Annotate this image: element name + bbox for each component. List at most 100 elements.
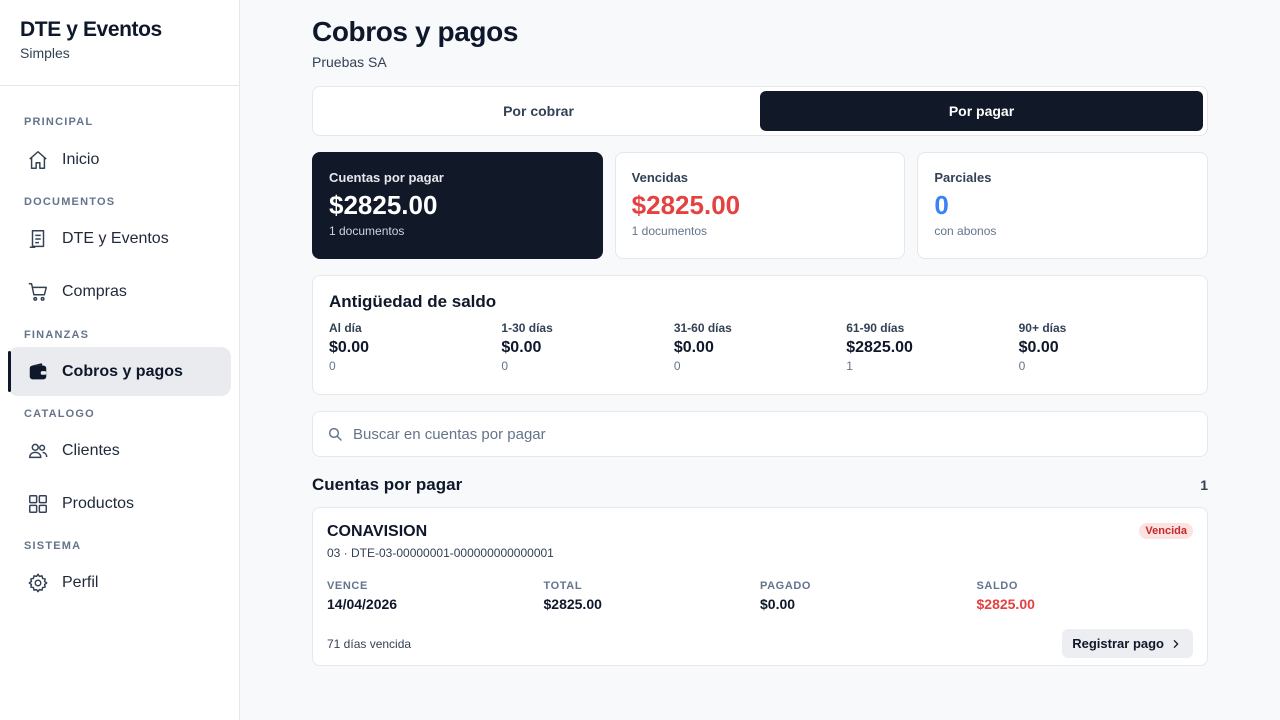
aging-bucket: 61-90 días $2825.00 1 bbox=[846, 321, 1018, 373]
aging-title: Antigüedad de saldo bbox=[329, 292, 497, 311]
brand: DTE y Eventos Simples bbox=[0, 0, 239, 86]
users-icon bbox=[27, 440, 49, 462]
sidebar-item-clientes[interactable]: Clientes bbox=[8, 426, 231, 475]
sidebar-item-dte-eventos[interactable]: DTE y Eventos bbox=[8, 214, 231, 263]
card-sub: 1 documentos bbox=[631, 224, 708, 238]
cart-icon bbox=[27, 281, 49, 303]
aging-bucket: 1-30 días $0.00 0 bbox=[501, 321, 673, 373]
home-icon bbox=[27, 149, 49, 171]
field-saldo: SALDO $2825.00 bbox=[977, 580, 1194, 612]
sidebar-item-productos[interactable]: Productos bbox=[8, 479, 231, 528]
field-label: SALDO bbox=[976, 580, 1018, 592]
section-label-sistema: SISTEMA bbox=[24, 540, 82, 552]
summary-cards: Cuentas por pagar $2825.00 1 documentos … bbox=[312, 152, 1209, 259]
card-value: 0 bbox=[934, 190, 949, 220]
sidebar-item-inicio[interactable]: Inicio bbox=[8, 135, 231, 184]
field-label: VENCE bbox=[327, 580, 368, 592]
sidebar-item-label: Clientes bbox=[62, 441, 120, 459]
status-badge: Vencida bbox=[1139, 523, 1193, 539]
wallet-icon bbox=[27, 361, 49, 383]
search-input[interactable] bbox=[353, 425, 1173, 443]
tab-bar: Por cobrar Por pagar bbox=[312, 86, 1208, 136]
aging-count: 0 bbox=[1018, 359, 1026, 373]
sidebar-nav: PRINCIPAL Inicio DOCUMENTOS DTE y Evento… bbox=[0, 86, 239, 607]
aging-count: 0 bbox=[501, 359, 509, 373]
aging-value: $2825.00 bbox=[846, 339, 913, 356]
app-title: DTE y Eventos bbox=[20, 18, 162, 41]
item-document: 03 · DTE-03-00000001-000000000000001 bbox=[327, 546, 554, 560]
sidebar-item-label: Productos bbox=[62, 494, 135, 512]
field-value: $2825.00 bbox=[976, 596, 1035, 612]
button-label: Registrar pago bbox=[1072, 636, 1164, 651]
gear-icon bbox=[27, 572, 49, 594]
aging-label: 90+ días bbox=[1018, 321, 1067, 335]
aging-label: 61-90 días bbox=[846, 321, 905, 335]
field-label: PAGADO bbox=[760, 580, 812, 592]
aging-bucket: 31-60 días $0.00 0 bbox=[674, 321, 846, 373]
aging-label: 1-30 días bbox=[501, 321, 553, 335]
register-payment-button[interactable]: Registrar pago bbox=[1062, 629, 1193, 658]
list-item[interactable]: CONAVISION 03 · DTE-03-00000001-00000000… bbox=[312, 507, 1208, 666]
page-subtitle: Pruebas SA bbox=[312, 54, 387, 70]
grid-icon bbox=[27, 493, 49, 515]
card-label: Parciales bbox=[934, 170, 992, 185]
sidebar-item-perfil[interactable]: Perfil bbox=[8, 558, 231, 607]
field-value: $0.00 bbox=[760, 596, 796, 612]
sidebar-item-cobros-pagos[interactable]: Cobros y pagos bbox=[8, 347, 231, 396]
item-fields: VENCE 14/04/2026 TOTAL $2825.00 PAGADO $… bbox=[327, 580, 1193, 612]
list-header: Cuentas por pagar 1 bbox=[312, 475, 1208, 495]
field-pagado: PAGADO $0.00 bbox=[760, 580, 977, 612]
field-value: $2825.00 bbox=[543, 596, 602, 612]
app-subtitle: Simples bbox=[20, 45, 70, 61]
sidebar-item-compras[interactable]: Compras bbox=[8, 267, 231, 316]
card-label: Vencidas bbox=[631, 170, 689, 185]
tab-por-cobrar[interactable]: Por cobrar bbox=[317, 91, 760, 131]
sidebar-item-label: Cobros y pagos bbox=[62, 362, 183, 380]
search-icon bbox=[327, 426, 343, 442]
card-label: Cuentas por pagar bbox=[329, 170, 444, 185]
list-count: 1 bbox=[1200, 477, 1208, 493]
aging-value: $0.00 bbox=[1018, 339, 1059, 356]
aging-buckets: Al día $0.00 0 1-30 días $0.00 0 31-60 d… bbox=[329, 321, 1191, 373]
item-name: CONAVISION bbox=[327, 523, 428, 540]
overdue-text: 71 días vencida bbox=[327, 636, 412, 651]
card-value: $2825.00 bbox=[329, 190, 438, 220]
aging-label: 31-60 días bbox=[673, 321, 732, 335]
list-title: Cuentas por pagar bbox=[312, 475, 463, 494]
card-sub: 1 documentos bbox=[329, 224, 405, 238]
summary-card-parciales: Parciales 0 con abonos bbox=[917, 152, 1209, 259]
section-label-documentos: DOCUMENTOS bbox=[24, 196, 116, 208]
card-sub: con abonos bbox=[934, 224, 997, 238]
section-label-finanzas: FINANZAS bbox=[24, 329, 90, 341]
field-total: TOTAL $2825.00 bbox=[544, 580, 761, 612]
aging-count: 0 bbox=[673, 359, 681, 373]
item-footer: 71 días vencida Registrar pago bbox=[327, 629, 1193, 658]
aging-count: 0 bbox=[329, 359, 336, 373]
search-bar bbox=[312, 411, 1208, 457]
summary-card-vencidas: Vencidas $2825.00 1 documentos bbox=[614, 152, 906, 259]
sidebar-item-label: Compras bbox=[62, 282, 127, 300]
aging-bucket: Al día $0.00 0 bbox=[329, 321, 501, 373]
sidebar: DTE y Eventos Simples PRINCIPAL Inicio D… bbox=[0, 0, 240, 720]
aging-panel: Antigüedad de saldo Al día $0.00 0 1-30 … bbox=[312, 275, 1208, 395]
card-value: $2825.00 bbox=[631, 190, 741, 220]
sidebar-item-label: DTE y Eventos bbox=[62, 229, 169, 247]
aging-value: $0.00 bbox=[501, 339, 542, 356]
sidebar-item-label: Inicio bbox=[62, 150, 100, 168]
aging-label: Al día bbox=[329, 321, 362, 335]
aging-count: 1 bbox=[846, 359, 853, 373]
field-value: 14/04/2026 bbox=[327, 596, 398, 612]
tab-por-pagar[interactable]: Por pagar bbox=[760, 91, 1203, 131]
aging-value: $0.00 bbox=[329, 339, 370, 356]
document-icon bbox=[27, 228, 49, 250]
summary-card-cuentas: Cuentas por pagar $2825.00 1 documentos bbox=[312, 152, 603, 259]
aging-bucket: 90+ días $0.00 0 bbox=[1019, 321, 1191, 373]
page-title: Cobros y pagos bbox=[312, 16, 518, 47]
aging-value: $0.00 bbox=[673, 339, 714, 356]
field-vence: VENCE 14/04/2026 bbox=[327, 580, 544, 612]
chevron-right-icon bbox=[1171, 639, 1181, 649]
section-label-catalogo: CATALOGO bbox=[24, 408, 95, 420]
sidebar-item-label: Perfil bbox=[62, 573, 99, 591]
section-label-principal: PRINCIPAL bbox=[24, 116, 94, 128]
field-label: TOTAL bbox=[543, 580, 583, 592]
